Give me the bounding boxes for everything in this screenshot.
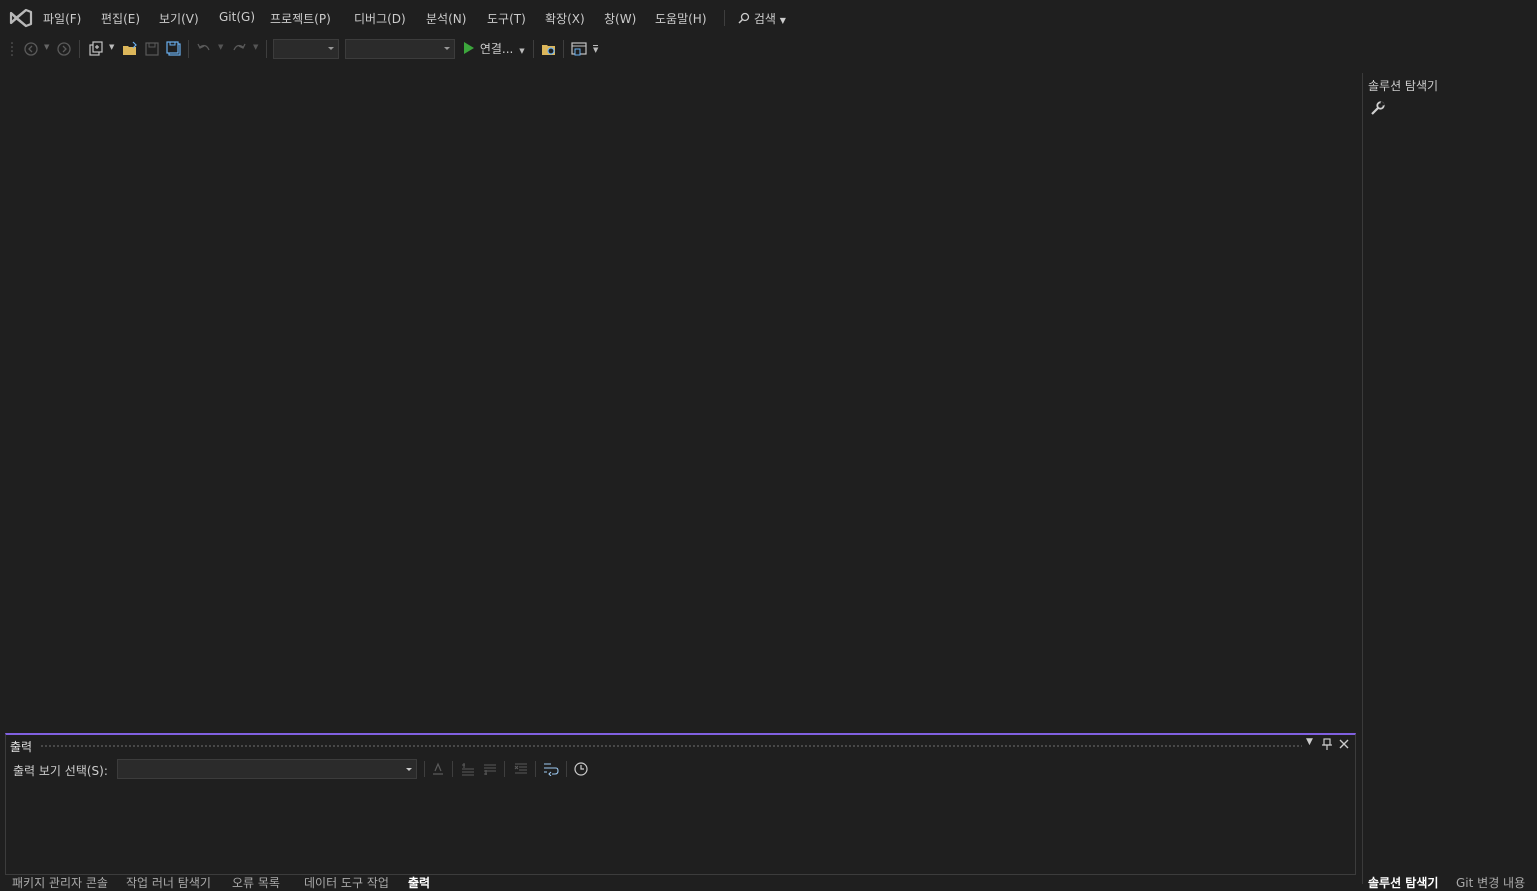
menu-project[interactable]: 프로젝트(P) xyxy=(270,10,331,27)
chevron-down-icon: ▼ xyxy=(779,16,786,25)
tab-package-manager-console[interactable]: 패키지 관리자 콘솔 xyxy=(12,874,108,891)
toolbar-grip-icon[interactable] xyxy=(10,40,15,58)
play-icon xyxy=(464,42,474,54)
tab-solution-explorer[interactable]: 솔루션 탐색기 xyxy=(1368,874,1438,891)
output-source-label: 출력 보기 선택(S): xyxy=(13,764,108,778)
chevron-down-icon[interactable]: ▼ xyxy=(44,43,49,51)
start-button-label: 연결... xyxy=(479,42,514,56)
chevron-down-icon xyxy=(444,47,450,50)
start-button[interactable]: 연결... ▼ xyxy=(462,40,525,58)
chevron-down-icon[interactable]: ▼ xyxy=(218,43,223,51)
chevron-down-icon xyxy=(406,768,412,771)
toolbar-separator xyxy=(266,40,267,58)
menu-file[interactable]: 파일(F) xyxy=(43,10,81,27)
chevron-down-icon: ▼ xyxy=(519,47,525,55)
tab-task-runner-explorer[interactable]: 작업 러너 탐색기 xyxy=(126,874,211,891)
output-panel: 출력 ▼ 출력 보기 선택(S): xyxy=(5,733,1356,875)
solution-platform-dropdown[interactable] xyxy=(345,39,455,59)
solution-configuration-dropdown[interactable] xyxy=(273,39,339,59)
menu-view[interactable]: 보기(V) xyxy=(159,10,199,27)
word-wrap-icon[interactable] xyxy=(543,762,559,776)
panel-options-icon[interactable]: ▼ xyxy=(1306,737,1313,747)
toolbar-separator xyxy=(533,40,534,58)
navigate-forward-icon[interactable] xyxy=(56,41,72,57)
search-menu[interactable]: 검색 ▼ xyxy=(738,10,786,27)
output-panel-title: 출력 xyxy=(10,740,33,754)
toolbar-separator xyxy=(535,761,536,777)
menu-separator xyxy=(724,10,725,26)
next-message-icon[interactable] xyxy=(483,762,497,776)
find-message-icon[interactable] xyxy=(431,762,445,776)
tab-output[interactable]: 출력 xyxy=(408,874,430,891)
clock-icon[interactable] xyxy=(574,762,588,776)
menu-extensions[interactable]: 확장(X) xyxy=(545,10,585,27)
search-label: 검색 xyxy=(753,12,776,26)
navigate-back-icon[interactable] xyxy=(23,41,39,57)
toolbar-separator xyxy=(566,761,567,777)
save-icon[interactable] xyxy=(144,41,160,57)
clear-all-icon[interactable] xyxy=(514,762,528,776)
close-icon[interactable] xyxy=(1339,739,1349,749)
toolbar-separator xyxy=(188,40,189,58)
menu-analyze[interactable]: 분석(N) xyxy=(426,10,466,27)
open-folder-icon[interactable] xyxy=(122,41,138,57)
solution-explorer-title: 솔루션 탐색기 xyxy=(1368,79,1439,93)
wrench-icon[interactable] xyxy=(1371,101,1385,115)
toolbar-overflow-icon[interactable]: ▼ xyxy=(593,45,599,54)
solution-explorer-panel: 솔루션 탐색기 xyxy=(1362,73,1537,884)
toolbar-separator xyxy=(452,761,453,777)
chevron-down-icon[interactable]: ▼ xyxy=(253,43,258,51)
chevron-down-icon xyxy=(328,47,334,50)
tab-git-changes[interactable]: Git 변경 내용 xyxy=(1456,874,1525,891)
menu-tools[interactable]: 도구(T) xyxy=(487,10,526,27)
new-project-icon[interactable] xyxy=(88,41,104,57)
window-layout-icon[interactable] xyxy=(571,41,587,57)
toolbar-separator xyxy=(424,761,425,777)
browse-folder-icon[interactable] xyxy=(541,41,557,57)
menu-help[interactable]: 도움말(H) xyxy=(655,10,707,27)
menu-debug[interactable]: 디버그(D) xyxy=(354,10,406,27)
visual-studio-logo-icon[interactable] xyxy=(8,7,34,29)
undo-icon[interactable] xyxy=(196,41,212,57)
chevron-down-icon[interactable]: ▼ xyxy=(109,43,114,51)
search-icon xyxy=(738,12,750,24)
menu-git[interactable]: Git(G) xyxy=(219,10,255,24)
toolbar-separator xyxy=(504,761,505,777)
redo-icon[interactable] xyxy=(231,41,247,57)
save-all-icon[interactable] xyxy=(166,41,182,57)
toolbar-separator xyxy=(79,40,80,58)
tab-data-tools-operations[interactable]: 데이터 도구 작업 xyxy=(304,874,389,891)
pin-icon[interactable] xyxy=(1322,738,1332,750)
menu-window[interactable]: 창(W) xyxy=(604,10,636,27)
panel-drag-grip[interactable] xyxy=(40,744,1302,748)
tab-error-list[interactable]: 오류 목록 xyxy=(232,874,280,891)
menu-edit[interactable]: 편집(E) xyxy=(101,10,140,27)
output-source-dropdown[interactable] xyxy=(117,759,417,779)
previous-message-icon[interactable] xyxy=(461,762,475,776)
toolbar-separator xyxy=(563,40,564,58)
